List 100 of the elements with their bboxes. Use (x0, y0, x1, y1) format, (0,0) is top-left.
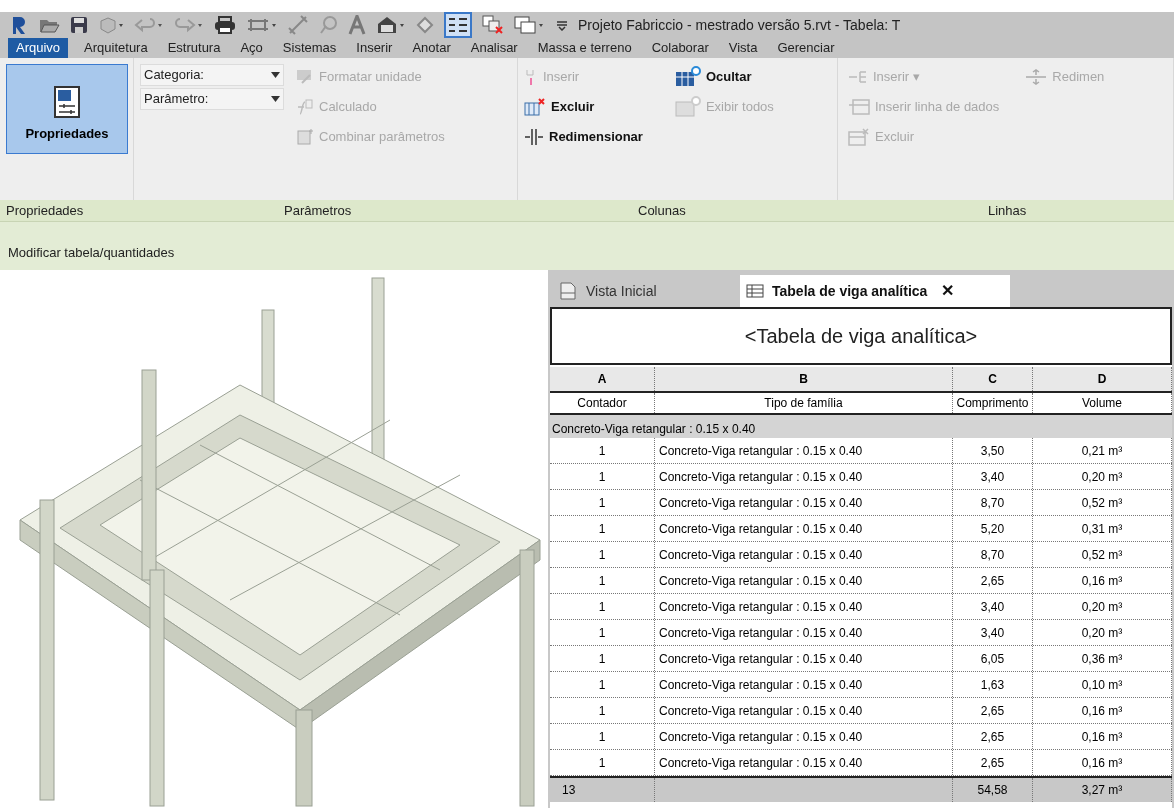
aligned-dimension-icon[interactable] (288, 15, 308, 35)
table-cell-text: 1 (598, 468, 606, 486)
column-letter: A (597, 371, 607, 388)
panel-title: Propriedades (6, 201, 84, 220)
table-cell-text: Concreto-Viga retangular : 0.15 x 0.40 (659, 624, 863, 642)
view-tab[interactable]: Vista Inicial (552, 275, 732, 307)
context-label: Modificar tabela/quantidades (8, 243, 175, 262)
table-cell-text: 0,21 m³ (1081, 442, 1123, 460)
table-cell-text: Concreto-Viga retangular : 0.15 x 0.40 (659, 442, 863, 460)
panel-title: Colunas (638, 201, 686, 220)
switch-windows-icon[interactable] (514, 15, 546, 35)
table-cell-text: 0,20 m³ (1081, 468, 1123, 486)
table-cell-text: 1 (598, 572, 606, 590)
caret-icon (271, 96, 280, 102)
house-icon[interactable] (376, 15, 406, 35)
column-header: Volume (1082, 395, 1122, 412)
menu-tab[interactable]: Colaborar (645, 38, 715, 58)
table-cell-text: 0,20 m³ (1081, 598, 1123, 616)
table-cell-text: 1 (598, 624, 606, 642)
group-header: Concreto-Viga retangular : 0.15 x 0.40 (552, 421, 756, 438)
panel-title: Parâmetros (284, 201, 352, 220)
show-columns-icon (674, 96, 701, 118)
menu-tab[interactable]: Anotar (406, 38, 457, 58)
print-icon[interactable] (214, 16, 236, 34)
table-cell-text: 1 (598, 494, 606, 512)
table-cell-text: 1 (598, 598, 606, 616)
table-cell-text: 3,40 (980, 468, 1005, 486)
table-cell-text: 8,70 (980, 494, 1005, 512)
panel-title: Linhas (988, 201, 1027, 220)
table-cell-text: 3,40 (980, 624, 1005, 642)
table-cell-text: Concreto-Viga retangular : 0.15 x 0.40 (659, 754, 863, 772)
table-cell-text: 2,65 (980, 728, 1005, 746)
text-icon[interactable] (348, 15, 366, 35)
delete-row-icon (848, 128, 870, 146)
table-cell-text: 0,36 m³ (1081, 650, 1123, 668)
table-cell-text: Concreto-Viga retangular : 0.15 x 0.40 (659, 728, 863, 746)
diamond-icon[interactable] (416, 16, 434, 34)
schedule-title: <Tabela de viga analítica> (550, 307, 1172, 365)
table-cell-text: Concreto-Viga retangular : 0.15 x 0.40 (659, 702, 863, 720)
customize-menu-icon[interactable] (556, 19, 568, 31)
table-cell-text: Concreto-Viga retangular : 0.15 x 0.40 (659, 572, 863, 590)
dropdown-field[interactable]: Categoria: (140, 64, 284, 86)
table-cell-text: 5,20 (980, 520, 1005, 538)
hide-column-icon (674, 66, 701, 88)
window-title: Projeto Fabriccio - mestrado versão 5.rvt - Tabela: T (578, 15, 901, 35)
ribbon-button[interactable]: Ocultar (674, 64, 774, 90)
close-tab-button[interactable]: ✕ (941, 279, 955, 303)
table-cell-text: 1 (598, 702, 606, 720)
close-views-icon[interactable] (482, 15, 504, 35)
column-header: Contador (577, 395, 627, 412)
sheet-plus-icon (296, 128, 314, 146)
table-cell-text: 0,20 m³ (1081, 624, 1123, 642)
menu-tab[interactable]: Sistemas (276, 38, 343, 58)
table-cell-text: 1 (598, 650, 606, 668)
table-cell-text: 1 (598, 546, 606, 564)
dropdown-field[interactable]: Parâmetro: (140, 88, 284, 110)
dimension-icon[interactable] (246, 16, 278, 34)
table-cell-text: 2,65 (980, 702, 1005, 720)
view-tab[interactable]: Tabela de viga analítica ✕ (740, 275, 1010, 307)
table-cell-text: 0,16 m³ (1081, 754, 1123, 772)
column-header: Tipo de família (764, 395, 843, 412)
table-cell-text: Concreto-Viga retangular : 0.15 x 0.40 (659, 546, 863, 564)
menu-tab[interactable]: Aço (234, 38, 269, 58)
column-header: Comprimento (956, 395, 1029, 412)
table-cell-text: 1,63 (980, 676, 1005, 694)
save-icon[interactable] (70, 16, 88, 34)
logo-icon[interactable] (10, 15, 28, 35)
list-view-icon[interactable] (444, 12, 472, 38)
properties-icon (54, 85, 80, 118)
menu-tab[interactable]: Gerenciar (771, 38, 841, 58)
menu-tab[interactable]: Estrutura (161, 38, 227, 58)
table-cell-text: 1 (598, 520, 606, 538)
table-cell-text: 0,52 m³ (1081, 546, 1123, 564)
column-letter: D (1097, 371, 1107, 388)
menu-tab[interactable]: Arquivo (8, 38, 69, 58)
caret-icon (271, 72, 280, 78)
menu-tab[interactable]: Vista (722, 38, 764, 58)
menu-tab[interactable]: Inserir (350, 38, 399, 58)
ribbon-button[interactable]: Excluir (524, 94, 643, 120)
column-letter: C (988, 371, 997, 388)
table-cell-text: 1 (598, 754, 606, 772)
table-cell-text: 2,65 (980, 754, 1005, 772)
table-cell-text: 0,10 m³ (1081, 676, 1123, 694)
menu-tab[interactable]: Analisar (464, 38, 524, 58)
menu-tab[interactable]: Massa e terreno (531, 38, 638, 58)
table-cell-text: 6,05 (980, 650, 1005, 668)
table-cell-text: 1 (598, 728, 606, 746)
ribbon-button[interactable]: Redimensionar (524, 124, 643, 150)
resize-column-icon (524, 128, 544, 146)
document-icon (558, 281, 578, 301)
table-cell-text: 0,31 m³ (1081, 520, 1123, 538)
table-cell-text: 0,16 m³ (1081, 728, 1123, 746)
table-cell-text: 8,70 (980, 546, 1005, 564)
table-cell-text: 0,52 m³ (1081, 494, 1123, 512)
properties-button[interactable]: Propriedades (6, 64, 128, 154)
table-cell-text: Concreto-Viga retangular : 0.15 x 0.40 (659, 598, 863, 616)
table-icon (746, 284, 764, 298)
total-cell-text: 3,27 m³ (1081, 782, 1123, 799)
menu-tab[interactable]: Arquitetura (78, 38, 154, 58)
total-cell-text: 54,58 (977, 782, 1008, 799)
